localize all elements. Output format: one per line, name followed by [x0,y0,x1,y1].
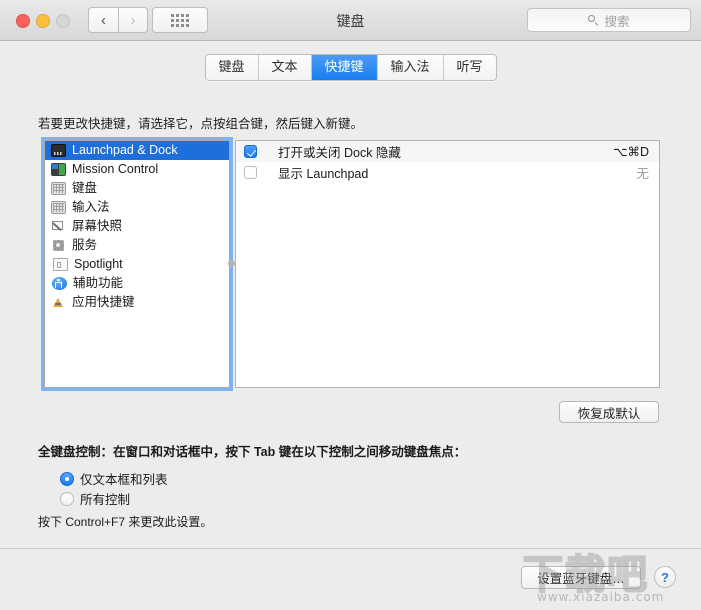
sidebar-item-label: Mission Control [72,162,159,176]
services-gear-icon [51,239,66,252]
shortcut-category-list[interactable]: Launchpad & Dock Mission Control 键盘 输入法 … [41,137,233,391]
sidebar-item-label: 输入法 [72,200,110,214]
system-preferences-window: ‹ › 键盘 搜索 键盘 文本 快捷键 输入法 听写 若要更改快捷键，请选择它，… [0,0,701,610]
tab-input-sources[interactable]: 输入法 [377,55,444,80]
window-titlebar: ‹ › 键盘 搜索 [0,0,701,41]
launchpad-dock-icon [51,144,66,157]
setup-bluetooth-keyboard-button[interactable]: 设置蓝牙键盘… [521,566,641,589]
sidebar-item-label: 服务 [72,238,98,252]
sidebar-item-label: 辅助功能 [73,276,124,290]
sidebar-item-input-sources[interactable]: 输入法 [45,198,229,217]
sidebar-item-screenshots[interactable]: 屏幕快照 [45,217,229,236]
shortcut-key[interactable]: ⌥⌘D [613,144,649,159]
shortcut-name: 打开或关闭 Dock 隐藏 [278,146,401,160]
sidebar-item-spotlight[interactable]: Spotlight [45,255,229,274]
radio-label: 所有控制 [80,493,131,507]
sidebar-item-accessibility[interactable]: 辅助功能 [45,274,229,293]
restore-defaults-button[interactable]: 恢复成默认 [559,401,659,423]
tab-text[interactable]: 文本 [258,55,312,80]
tab-shortcuts[interactable]: 快捷键 [311,55,378,80]
accessibility-icon [52,277,67,290]
sidebar-item-label: 屏幕快照 [72,219,123,233]
sidebar-item-mission-control[interactable]: Mission Control [45,160,229,179]
sidebar-item-label: Spotlight [74,257,123,271]
sidebar-item-keyboard[interactable]: 键盘 [45,179,229,198]
search-icon [588,14,599,26]
full-keyboard-access-label: 全键盘控制：在窗口和对话框中，按下 Tab 键在以下控制之间移动键盘焦点： [38,445,467,459]
app-shortcuts-icon [51,296,66,309]
shortcut-key[interactable]: 无 [636,163,649,182]
tab-dictation[interactable]: 听写 [443,55,496,80]
radio-option-text-boxes-and-lists[interactable]: 仅文本框和列表 [60,469,168,488]
shortcut-name: 显示 Launchpad [278,167,369,181]
keyboard-icon [51,182,66,195]
instruction-text: 若要更改快捷键，请选择它，点按组合键，然后键入新键。 [38,117,364,131]
tab-keyboard[interactable]: 键盘 [205,55,259,80]
sidebar-item-label: 应用快捷键 [72,295,135,309]
tab-group: 键盘 文本 快捷键 输入法 听写 [204,54,497,81]
shortcut-list[interactable]: 打开或关闭 Dock 隐藏 ⌥⌘D 显示 Launchpad 无 [235,140,660,388]
radio-button[interactable] [60,471,74,486]
sidebar-item-label: Launchpad & Dock [72,143,178,157]
radio-label: 仅文本框和列表 [80,473,168,487]
sidebar-item-launchpad-dock[interactable]: Launchpad & Dock [45,141,229,160]
sidebar-item-label: 键盘 [72,181,98,195]
input-source-icon [51,201,66,214]
radio-button[interactable] [60,491,74,506]
spotlight-document-icon [53,258,68,271]
search-field[interactable]: 搜索 [527,8,691,32]
sidebar-item-services[interactable]: 服务 [45,236,229,255]
watermark-url: www.xiazaiba.com [537,590,665,604]
radio-option-all-controls[interactable]: 所有控制 [60,489,130,508]
footer-divider [0,548,701,549]
help-button[interactable]: ? [654,566,676,588]
screenshot-icon [51,220,66,233]
table-row[interactable]: 显示 Launchpad 无 [236,162,659,183]
search-placeholder: 搜索 [604,14,630,29]
shortcut-enabled-checkbox[interactable] [244,145,257,158]
panel-splitter-handle[interactable] [228,260,235,267]
mission-control-icon [51,163,66,176]
sidebar-item-app-shortcuts[interactable]: 应用快捷键 [45,293,229,312]
keyboard-access-hint: 按下 Control+F7 来更改此设置。 [38,515,213,529]
table-row[interactable]: 打开或关闭 Dock 隐藏 ⌥⌘D [236,141,659,162]
tab-bar: 键盘 文本 快捷键 输入法 听写 [0,41,701,90]
shortcut-enabled-checkbox[interactable] [244,166,257,179]
